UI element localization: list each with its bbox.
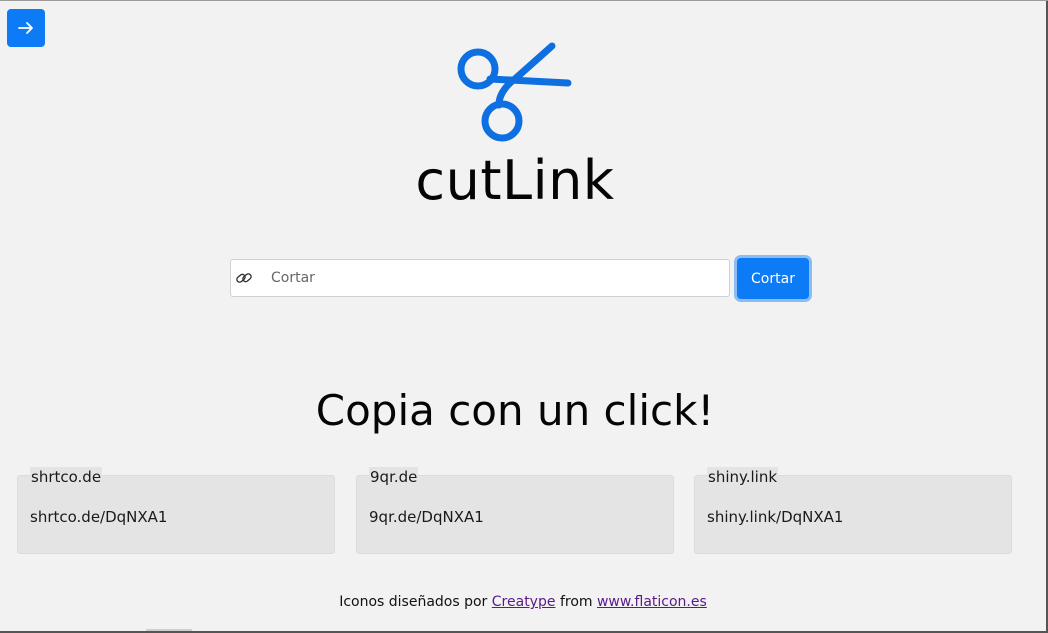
result-card-9qr[interactable]: 9qr.de 9qr.de/DqNXA1 bbox=[356, 467, 674, 554]
app-title: cutLink bbox=[415, 149, 615, 212]
open-menu-button[interactable] bbox=[7, 9, 45, 47]
cut-button[interactable]: Cortar bbox=[737, 258, 809, 299]
footer-middle: from bbox=[559, 594, 593, 610]
footer-credits: Iconos diseñados por Creatype from www.f… bbox=[0, 592, 1046, 612]
flaticon-link[interactable]: www.flaticon.es bbox=[597, 594, 707, 610]
scrollbar-thumb[interactable] bbox=[146, 629, 192, 631]
window-top-edge bbox=[0, 0, 1048, 1]
result-short-link[interactable]: 9qr.de/DqNXA1 bbox=[369, 507, 484, 527]
url-input[interactable] bbox=[271, 263, 711, 293]
link-icon bbox=[233, 267, 255, 289]
result-card-shiny[interactable]: shiny.link shiny.link/DqNXA1 bbox=[694, 467, 1012, 554]
scissors-icon bbox=[457, 42, 572, 142]
copy-heading: Copia con un click! bbox=[315, 386, 715, 435]
result-service-name: shrtco.de bbox=[30, 467, 103, 487]
result-service-name: 9qr.de bbox=[369, 467, 419, 487]
author-link[interactable]: Creatype bbox=[492, 594, 556, 610]
footer-prefix: Iconos diseñados por bbox=[339, 594, 488, 610]
result-short-link[interactable]: shrtco.de/DqNXA1 bbox=[30, 507, 167, 527]
result-short-link[interactable]: shiny.link/DqNXA1 bbox=[707, 507, 843, 527]
result-card-shrtco[interactable]: shrtco.de shrtco.de/DqNXA1 bbox=[17, 467, 335, 554]
arrow-right-icon bbox=[18, 22, 33, 34]
url-input-group bbox=[230, 259, 730, 297]
result-service-name: shiny.link bbox=[707, 467, 779, 487]
